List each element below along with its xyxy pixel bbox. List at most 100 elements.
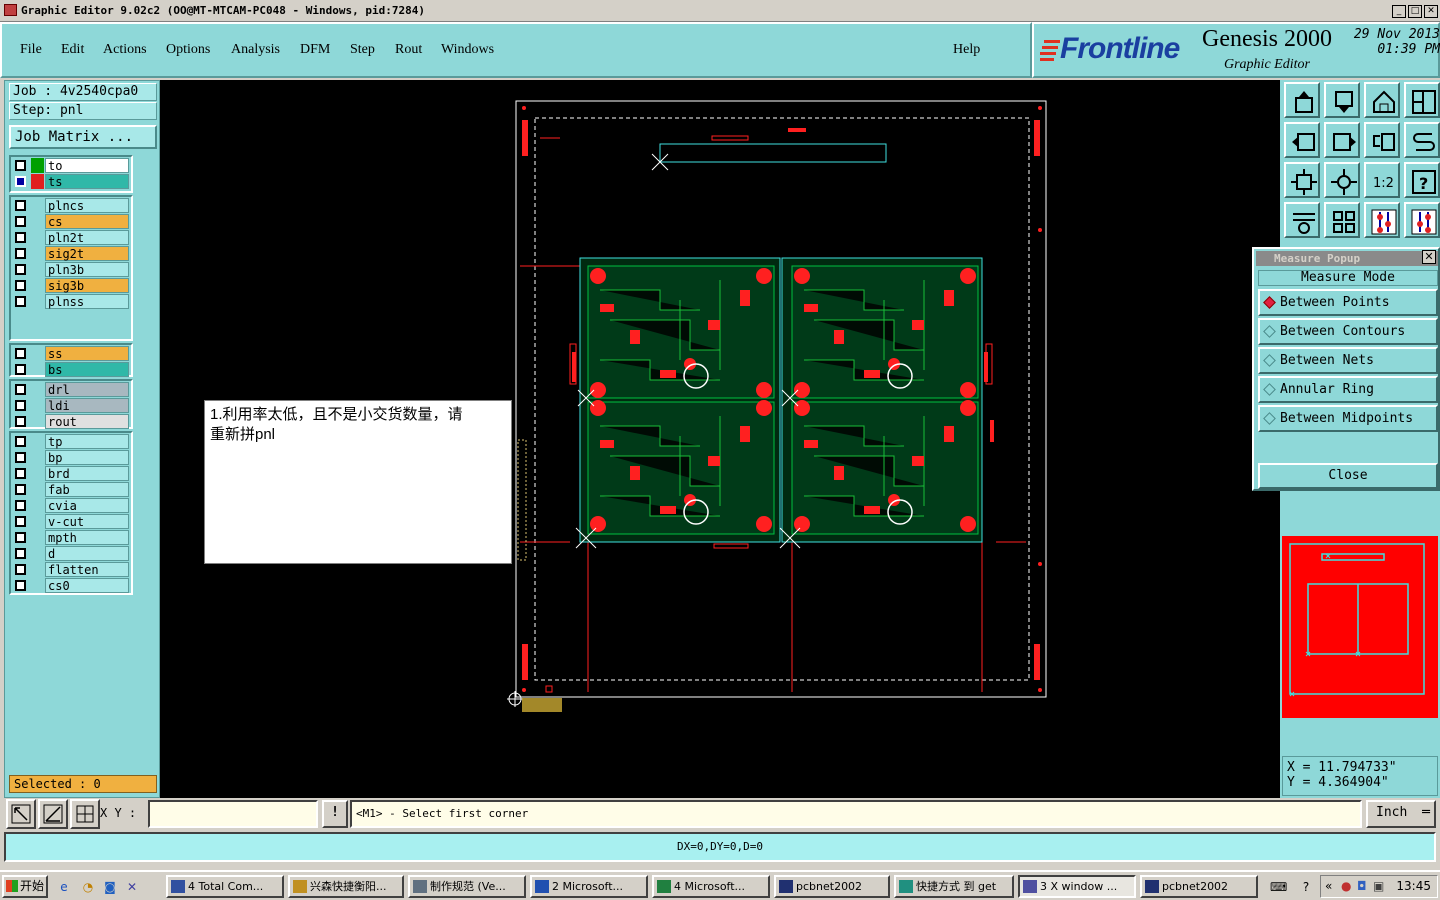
menu-edit[interactable]: Edit [61, 42, 84, 58]
layer-checkbox[interactable] [15, 176, 26, 187]
start-button[interactable]: 开始 [2, 875, 48, 898]
measure-option-between-midpoints[interactable]: Between Midpoints [1258, 405, 1438, 432]
task-x-window[interactable]: 3 X window ... [1018, 875, 1136, 898]
graphics-canvas[interactable]: 1.利用率太低，且不是小交货数量，请 重新拼pnl [160, 80, 1280, 798]
layer-checkbox[interactable] [15, 384, 26, 395]
layer-row[interactable]: plncs [13, 198, 131, 213]
overview-map[interactable] [1282, 536, 1438, 718]
help-tray-icon[interactable]: ? [1298, 879, 1314, 895]
task-shortcut[interactable]: 快捷方式 到 get [894, 875, 1014, 898]
step-down-button[interactable] [1324, 82, 1360, 118]
layer-row[interactable]: cvia [13, 498, 131, 513]
pan-left-button[interactable] [1284, 122, 1320, 158]
redraw-button[interactable] [1404, 122, 1440, 158]
maximize-button[interactable]: □ [1408, 5, 1422, 18]
grid-button[interactable] [1324, 202, 1360, 238]
layer-checkbox[interactable] [15, 452, 26, 463]
menu-help[interactable]: Help [953, 42, 980, 58]
zoom-1to2-button[interactable]: 1:2 [1364, 162, 1400, 198]
layer-row[interactable]: drl [13, 382, 131, 397]
zoom-fit-button[interactable] [1284, 162, 1320, 198]
layer-row[interactable]: fab [13, 482, 131, 497]
close-button[interactable]: ✕ [1424, 5, 1438, 18]
menu-rout[interactable]: Rout [395, 42, 422, 58]
x-app-icon[interactable]: ✕ [124, 879, 140, 895]
measure-close-button[interactable]: Close [1258, 463, 1438, 489]
layer-checkbox[interactable] [15, 532, 26, 543]
layer-row[interactable]: plnss [13, 294, 131, 309]
measure-option-between-nets[interactable]: Between Nets [1258, 347, 1438, 374]
layer-row[interactable]: tp [13, 434, 131, 449]
window-split-button[interactable] [1404, 82, 1440, 118]
menu-file[interactable]: File [20, 42, 42, 58]
clock-icon[interactable]: ◔ [80, 879, 96, 895]
tray-network-icon[interactable]: ◘ [1357, 876, 1367, 897]
layer-checkbox[interactable] [15, 232, 26, 243]
layer-checkbox[interactable] [15, 216, 26, 227]
snap-mode-button[interactable] [6, 799, 36, 829]
layer-row[interactable]: sig3b [13, 278, 131, 293]
measure-option-between-points[interactable]: Between Points [1258, 289, 1438, 316]
layer-checkbox[interactable] [15, 436, 26, 447]
layer-row[interactable]: to [13, 158, 131, 173]
layer-row[interactable]: rout [13, 414, 131, 429]
layer-row[interactable]: bs [13, 362, 131, 377]
job-matrix-button[interactable]: Job Matrix ... [9, 125, 157, 149]
layer-checkbox[interactable] [15, 348, 26, 359]
layer-checkbox[interactable] [15, 484, 26, 495]
layer-checkbox[interactable] [15, 248, 26, 259]
xy-input[interactable] [148, 800, 318, 828]
layer-row[interactable]: brd [13, 466, 131, 481]
layer-checkbox[interactable] [15, 296, 26, 307]
menu-actions[interactable]: Actions [103, 42, 147, 58]
net-compare-button[interactable] [1404, 202, 1440, 238]
measure-option-annular-ring[interactable]: Annular Ring [1258, 376, 1438, 403]
layer-row[interactable]: bp [13, 450, 131, 465]
step-up-button[interactable] [1284, 82, 1320, 118]
measure-popup-close-icon[interactable]: ✕ [1422, 250, 1436, 264]
measure-option-between-contours[interactable]: Between Contours [1258, 318, 1438, 345]
ie-icon[interactable]: e [56, 879, 72, 895]
snap-angle-button[interactable] [38, 799, 68, 829]
layer-row[interactable]: mpth [13, 530, 131, 545]
layer-checkbox[interactable] [15, 580, 26, 591]
layer-row[interactable]: v-cut [13, 514, 131, 529]
net-highlight-button[interactable] [1364, 202, 1400, 238]
unit-selector[interactable]: Inch ═ [1366, 800, 1436, 828]
layer-checkbox[interactable] [15, 516, 26, 527]
layer-checkbox[interactable] [15, 364, 26, 375]
help-button[interactable]: ? [1404, 162, 1440, 198]
browser-icon[interactable]: ◙ [102, 879, 118, 895]
pan-right-button[interactable] [1324, 122, 1360, 158]
layer-row[interactable]: sig2t [13, 246, 131, 261]
menu-options[interactable]: Options [166, 42, 210, 58]
layer-row[interactable]: ss [13, 346, 131, 361]
layer-checkbox[interactable] [15, 200, 26, 211]
home-button[interactable] [1364, 82, 1400, 118]
layer-row[interactable]: cs [13, 214, 131, 229]
zoom-center-button[interactable] [1324, 162, 1360, 198]
tray-app-icon[interactable]: ● [1341, 876, 1351, 897]
layer-checkbox[interactable] [15, 548, 26, 559]
layer-row[interactable]: cs0 [13, 578, 131, 593]
layer-checkbox[interactable] [15, 564, 26, 575]
tray-expand-icon[interactable]: « [1325, 876, 1332, 897]
layer-checkbox[interactable] [15, 280, 26, 291]
menu-windows[interactable]: Windows [441, 42, 494, 58]
snap-grid-button[interactable] [70, 799, 100, 829]
menu-dfm[interactable]: DFM [300, 42, 330, 58]
tray-monitor-icon[interactable]: ▣ [1373, 876, 1384, 897]
minimize-button[interactable]: _ [1392, 5, 1406, 18]
tools-button[interactable] [1284, 202, 1320, 238]
layer-checkbox[interactable] [15, 264, 26, 275]
menu-step[interactable]: Step [350, 42, 375, 58]
layer-checkbox[interactable] [15, 416, 26, 427]
keyboard-icon[interactable]: ⌨ [1270, 879, 1287, 895]
layer-checkbox[interactable] [15, 400, 26, 411]
task-pcbnet-1[interactable]: pcbnet2002 [774, 875, 890, 898]
layer-checkbox[interactable] [15, 468, 26, 479]
task-word[interactable]: 2 Microsoft... [530, 875, 648, 898]
layer-row[interactable]: pln3b [13, 262, 131, 277]
task-pcbnet-2[interactable]: pcbnet2002 [1140, 875, 1258, 898]
layer-row[interactable]: pln2t [13, 230, 131, 245]
